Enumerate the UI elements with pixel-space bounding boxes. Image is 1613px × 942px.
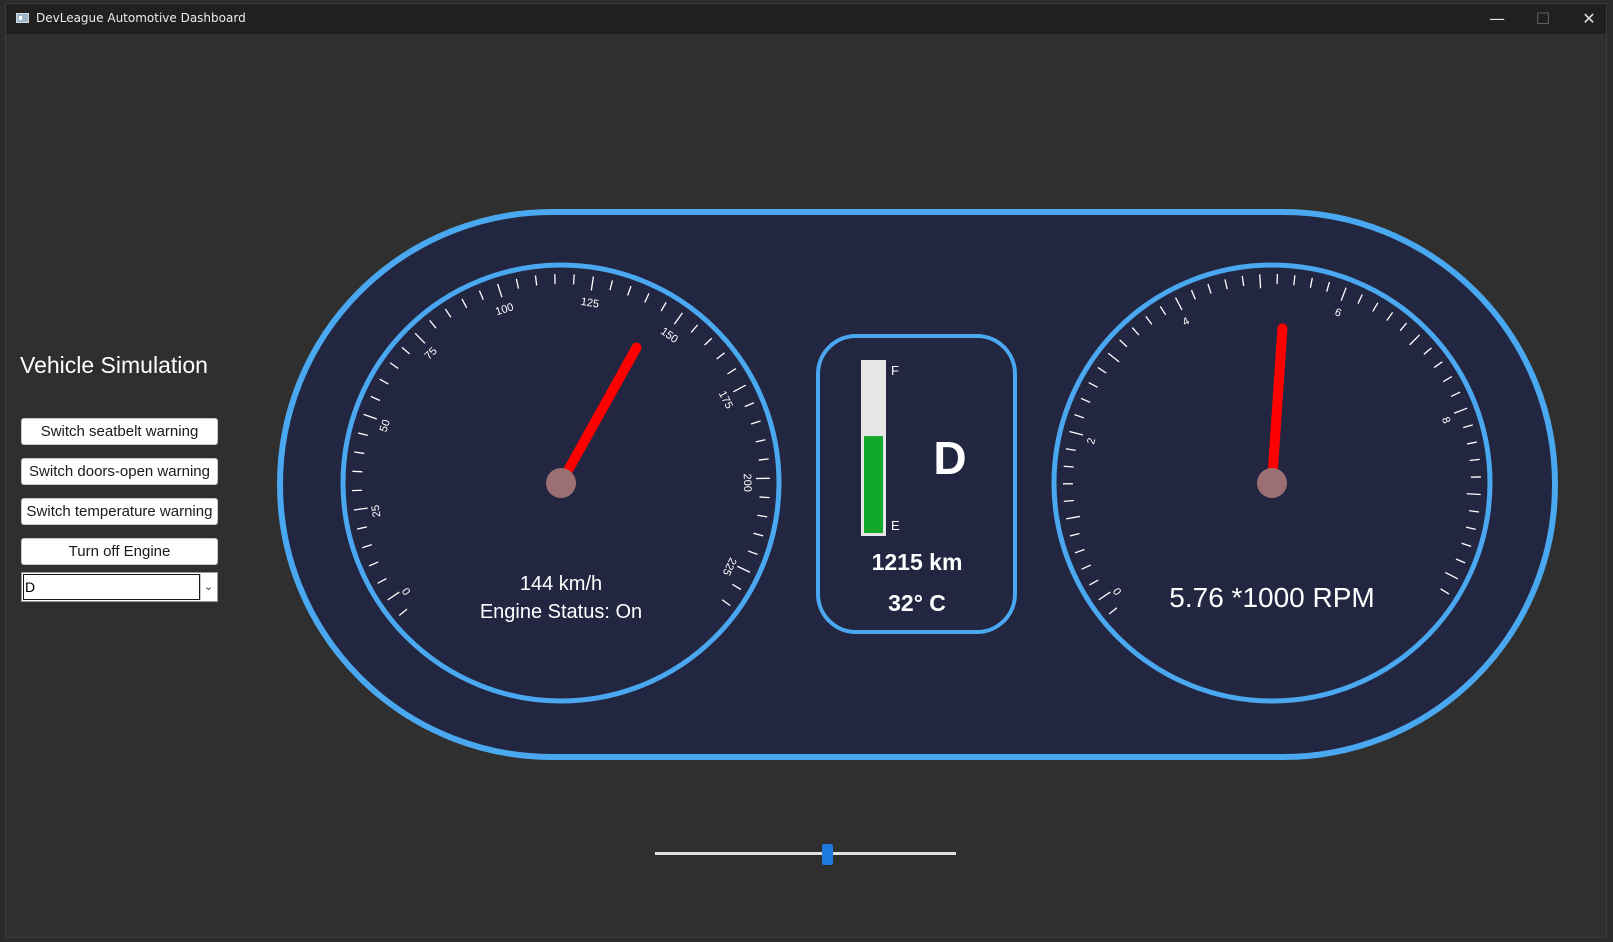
fuel-gauge-fill — [864, 436, 883, 533]
center-info-panel: F E D 1215 km 32° C — [816, 334, 1017, 634]
engine-status-text: Engine Status: On — [480, 601, 642, 623]
tachometer-tick — [1259, 274, 1262, 289]
speed-readout: 144 km/h — [520, 573, 602, 595]
odometer-readout: 1215 km — [872, 549, 963, 575]
temperature-readout: 32° C — [888, 590, 946, 616]
rpm-readout: 5.76 *1000 RPM — [1169, 582, 1374, 613]
speedometer-tick — [759, 496, 770, 499]
center-panel-frame — [816, 334, 1017, 634]
speedometer-tick-label: 25 — [370, 504, 383, 518]
speedometer-tick — [352, 470, 363, 473]
speedometer-hub — [546, 468, 576, 498]
speedometer-tick-label: 200 — [741, 473, 753, 492]
tachometer-tick — [1063, 465, 1074, 468]
speedometer-tick — [572, 274, 575, 285]
speedometer: 0255075100 125150175200225 144 km/h Engin… — [340, 262, 782, 704]
tachometer: 02468 5.76 *1000 RPM — [1051, 262, 1493, 704]
slider-thumb[interactable] — [821, 844, 833, 865]
tachometer-hub — [1257, 468, 1287, 498]
slider-track[interactable] — [655, 852, 956, 855]
tachometer-tick — [1466, 493, 1481, 496]
fuel-empty-label: E — [891, 518, 900, 533]
tachometer-tick — [1063, 499, 1074, 503]
gear-indicator: D — [933, 432, 966, 484]
dashboard-cluster: 0255075100 125150175200225 144 km/h Engin… — [277, 209, 1558, 760]
fuel-full-label: F — [891, 363, 899, 378]
